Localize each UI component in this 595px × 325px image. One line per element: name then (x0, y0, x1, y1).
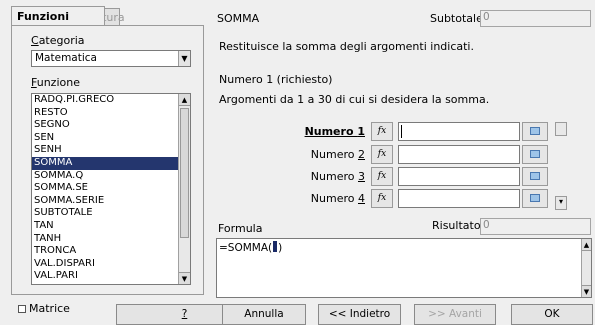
formula-label: Formula (218, 222, 263, 235)
arrow-down-icon[interactable]: ▼ (582, 285, 591, 297)
argument-label: Numero 4 (310, 192, 365, 205)
arrow-up-icon[interactable]: ▲ (179, 94, 190, 106)
argument-label: Numero 2 (310, 148, 365, 161)
function-wizard-icon[interactable]: fx (371, 122, 393, 141)
scrollbar-thumb[interactable] (180, 108, 189, 238)
cancel-button-label: Annulla (244, 308, 284, 320)
function-list-item[interactable]: VAL.PARI (32, 270, 190, 283)
shrink-icon[interactable] (522, 145, 548, 164)
category-selected-value: Matematica (35, 52, 97, 64)
chevron-down-icon[interactable]: ▼ (178, 51, 190, 66)
formula-text: =SOMMA( (219, 242, 273, 254)
forward-button-label: >> Avanti (428, 308, 482, 320)
argument-label: Numero 3 (310, 170, 365, 183)
tab-functions[interactable]: Funzioni (11, 6, 105, 26)
function-wizard-icon[interactable]: fx (371, 167, 393, 186)
text-cursor (273, 241, 278, 252)
function-list-scrollbar[interactable]: ▲ ▼ (178, 94, 190, 284)
arrow-down-icon[interactable]: ▾ (555, 196, 567, 210)
argument-input[interactable] (398, 167, 520, 186)
result-label: Risultato (432, 219, 481, 232)
function-list-item[interactable]: SEN (32, 132, 190, 145)
shrink-icon[interactable] (522, 122, 548, 141)
category-label: Categoria (31, 34, 85, 47)
matrix-label: Matrice (29, 302, 70, 315)
result-field: 0 (480, 218, 591, 235)
function-description: Restituisce la somma degli argomenti ind… (219, 40, 474, 53)
function-name: SOMMA (217, 12, 260, 25)
formula-closing: ) (278, 242, 283, 254)
formula-editor[interactable]: =SOMMA() ▲ ▼ (216, 238, 592, 298)
function-list-item[interactable]: SENH (32, 144, 190, 157)
formula-scrollbar[interactable]: ▲ ▼ (581, 239, 591, 297)
function-list-item[interactable]: SOMMA.SE (32, 182, 190, 195)
function-list-item[interactable]: TAN (32, 220, 190, 233)
shrink-icon[interactable] (522, 167, 548, 186)
subtotal-label: Subtotale (430, 12, 483, 25)
function-wizard-icon[interactable]: fx (371, 145, 393, 164)
shrink-icon[interactable] (522, 189, 548, 208)
argument-label: Numero 1 (304, 125, 365, 138)
function-label: Funzione (31, 76, 80, 89)
function-list-item[interactable]: VAL.DISPARI (32, 258, 190, 271)
category-select[interactable]: Matematica ▼ (31, 50, 191, 67)
ok-button-label: OK (544, 308, 560, 320)
help-button-label: ? (181, 308, 188, 320)
cancel-button[interactable]: Annulla (222, 304, 306, 325)
function-list-item[interactable]: TRONCA (32, 245, 190, 258)
matrix-checkbox[interactable] (18, 305, 26, 313)
argument-scroll-up[interactable] (555, 122, 567, 136)
function-list-item[interactable]: TANH (32, 233, 190, 246)
subtotal-field: 0 (480, 10, 591, 27)
argument-input[interactable] (398, 145, 520, 164)
function-list-item[interactable]: SOMMA.SERIE (32, 195, 190, 208)
function-list-item[interactable]: SEGNO (32, 119, 190, 132)
function-listbox[interactable]: RADQ.PI.GRECO RESTO SEGNO SEN SENH SOMMA SOMMA… (31, 93, 191, 285)
argument-input[interactable] (398, 122, 520, 141)
argument-input[interactable] (398, 189, 520, 208)
function-list-item[interactable]: SOMMA (32, 156, 190, 170)
function-list-item[interactable]: SUBTOTALE (32, 207, 190, 220)
function-list-item[interactable]: RESTO (32, 107, 190, 120)
argument-title: Numero 1 (richiesto) (219, 73, 333, 86)
function-list-item[interactable]: RADQ.PI.GRECO (32, 94, 190, 107)
argument-description: Argomenti da 1 a 30 di cui si desidera l… (219, 93, 490, 106)
tab-functions-label: Funzioni (17, 10, 69, 23)
function-list-item[interactable]: SOMMA.Q (32, 170, 190, 183)
back-button-label: << Indietro (328, 308, 391, 320)
ok-button[interactable]: OK (511, 304, 593, 325)
function-wizard-icon[interactable]: fx (371, 189, 393, 208)
arrow-down-icon[interactable]: ▼ (179, 272, 190, 284)
arrow-up-icon[interactable]: ▲ (582, 239, 591, 251)
back-button[interactable]: << Indietro (318, 304, 401, 325)
forward-button[interactable]: >> Avanti (414, 304, 496, 325)
